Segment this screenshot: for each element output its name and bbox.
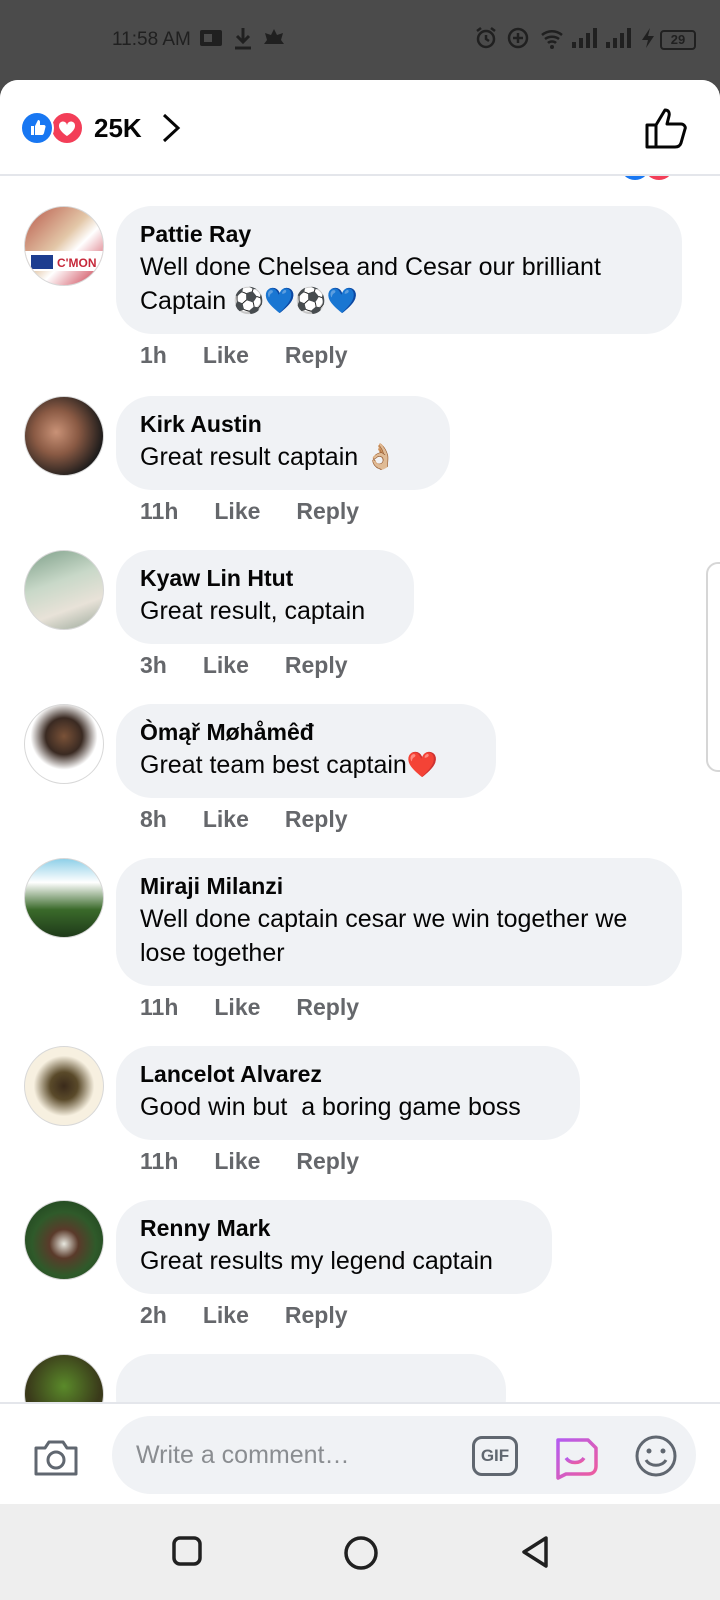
charging-icon bbox=[642, 28, 654, 48]
battery-level: 29 bbox=[660, 30, 696, 50]
reaction-count[interactable]: 25K bbox=[94, 113, 142, 144]
comment-time[interactable]: 3h bbox=[140, 652, 167, 678]
like-button[interactable]: Like bbox=[203, 806, 249, 832]
comment-author[interactable]: Lancelot Alvarez bbox=[140, 1060, 556, 1088]
comment-input[interactable] bbox=[112, 1416, 696, 1494]
avatar[interactable] bbox=[24, 396, 104, 476]
camera-icon[interactable] bbox=[32, 1436, 80, 1478]
comment-bubble[interactable]: Kirk Austin Great result captain 👌🏼 bbox=[116, 396, 450, 490]
recents-icon[interactable] bbox=[170, 1534, 204, 1568]
like-button[interactable]: Like bbox=[203, 652, 249, 678]
signal-icon bbox=[572, 28, 597, 48]
love-reaction-icon bbox=[50, 111, 84, 145]
avatar[interactable] bbox=[24, 858, 104, 938]
like-button[interactable]: Like bbox=[203, 1302, 249, 1328]
like-button[interactable]: Like bbox=[214, 498, 260, 524]
data-saver-icon bbox=[507, 27, 529, 49]
status-time: 11:58 AM bbox=[112, 29, 191, 50]
comment-actions: 2h Like Reply bbox=[140, 1302, 384, 1329]
comment-bubble[interactable]: Renny Mark Great results my legend capta… bbox=[116, 1200, 552, 1294]
avatar[interactable] bbox=[24, 704, 104, 784]
comment-text: Great results my legend captain bbox=[140, 1247, 493, 1275]
reactions-header[interactable]: 25K bbox=[0, 80, 720, 176]
comment-author[interactable]: Miraji Milanzi bbox=[140, 872, 658, 900]
comment-time[interactable]: 2h bbox=[140, 1302, 167, 1328]
avatar[interactable] bbox=[24, 550, 104, 630]
comments-sheet: 25K C'MON Pattie Ray Well done Chelsea a… bbox=[0, 80, 720, 1504]
comment-text: Well done captain cesar we win together … bbox=[140, 905, 628, 967]
comments-list[interactable]: C'MON Pattie Ray Well done Chelsea and C… bbox=[0, 80, 720, 1504]
svg-text:C'MON: C'MON bbox=[57, 256, 97, 270]
sticker-icon[interactable] bbox=[552, 1432, 600, 1480]
status-bar: 11:58 AM 29 bbox=[0, 0, 720, 80]
comment-bubble[interactable]: Kyaw Lin Htut Great result, captain bbox=[116, 550, 414, 644]
reply-button[interactable]: Reply bbox=[296, 498, 359, 524]
reply-button[interactable]: Reply bbox=[285, 806, 348, 832]
comment-actions: 11h Like Reply bbox=[140, 498, 395, 525]
side-panel-handle[interactable] bbox=[706, 562, 720, 772]
comment-actions: 1h Like Reply bbox=[140, 342, 384, 369]
comment-text: Great result, captain bbox=[140, 597, 366, 625]
like-post-icon[interactable] bbox=[644, 106, 690, 150]
comment-author[interactable]: Kirk Austin bbox=[140, 410, 426, 438]
comment-time[interactable]: 11h bbox=[140, 1148, 178, 1174]
like-reaction-icon bbox=[20, 111, 54, 145]
comment-actions: 11h Like Reply bbox=[140, 994, 395, 1021]
comment-composer: GIF bbox=[0, 1402, 720, 1504]
comment-time[interactable]: 11h bbox=[140, 498, 178, 524]
comment-bubble[interactable]: Lancelot Alvarez Good win but a boring g… bbox=[116, 1046, 580, 1140]
comment-author[interactable]: Òmąř Møhåmêđ bbox=[140, 718, 472, 746]
comment-author[interactable]: Renny Mark bbox=[140, 1214, 528, 1242]
reply-button[interactable]: Reply bbox=[296, 994, 359, 1020]
comment-time[interactable]: 8h bbox=[140, 806, 167, 832]
alarm-icon bbox=[476, 27, 496, 49]
reply-button[interactable]: Reply bbox=[285, 342, 348, 368]
chevron-right-icon[interactable] bbox=[160, 112, 182, 144]
comment-text: Good win but a boring game boss bbox=[140, 1093, 521, 1121]
like-button[interactable]: Like bbox=[214, 1148, 260, 1174]
emoji-icon[interactable] bbox=[634, 1434, 678, 1478]
reply-button[interactable]: Reply bbox=[296, 1148, 359, 1174]
comment-actions: 3h Like Reply bbox=[140, 652, 384, 679]
reply-button[interactable]: Reply bbox=[285, 652, 348, 678]
comment-text: Well done Chelsea and Cesar our brillian… bbox=[140, 253, 601, 315]
like-button[interactable]: Like bbox=[203, 342, 249, 368]
comment-actions: 8h Like Reply bbox=[140, 806, 384, 833]
system-nav-bar bbox=[0, 1504, 720, 1600]
comment-bubble[interactable]: Miraji Milanzi Well done captain cesar w… bbox=[116, 858, 682, 986]
comment-actions: 11h Like Reply bbox=[140, 1148, 395, 1175]
back-icon[interactable] bbox=[518, 1534, 552, 1570]
like-button[interactable]: Like bbox=[214, 994, 260, 1020]
comment-time[interactable]: 11h bbox=[140, 994, 178, 1020]
gif-button[interactable]: GIF bbox=[472, 1436, 518, 1476]
sim-card-icon bbox=[200, 30, 222, 46]
app-notification-icon bbox=[264, 29, 284, 44]
home-icon[interactable] bbox=[342, 1534, 380, 1572]
avatar[interactable] bbox=[24, 1200, 104, 1280]
comment-text: Great team best captain❤️ bbox=[140, 751, 438, 779]
wifi-icon bbox=[541, 30, 563, 49]
comment-text: Great result captain 👌🏼 bbox=[140, 443, 397, 471]
reactions-summary[interactable] bbox=[20, 111, 90, 145]
signal-icon-2 bbox=[606, 28, 631, 48]
download-icon bbox=[235, 28, 251, 50]
avatar[interactable] bbox=[24, 1046, 104, 1126]
comment-author[interactable]: Kyaw Lin Htut bbox=[140, 564, 390, 592]
reply-button[interactable]: Reply bbox=[285, 1302, 348, 1328]
comment-time[interactable]: 1h bbox=[140, 342, 167, 368]
comment-bubble[interactable]: Òmąř Møhåmêđ Great team best captain❤️ bbox=[116, 704, 496, 798]
